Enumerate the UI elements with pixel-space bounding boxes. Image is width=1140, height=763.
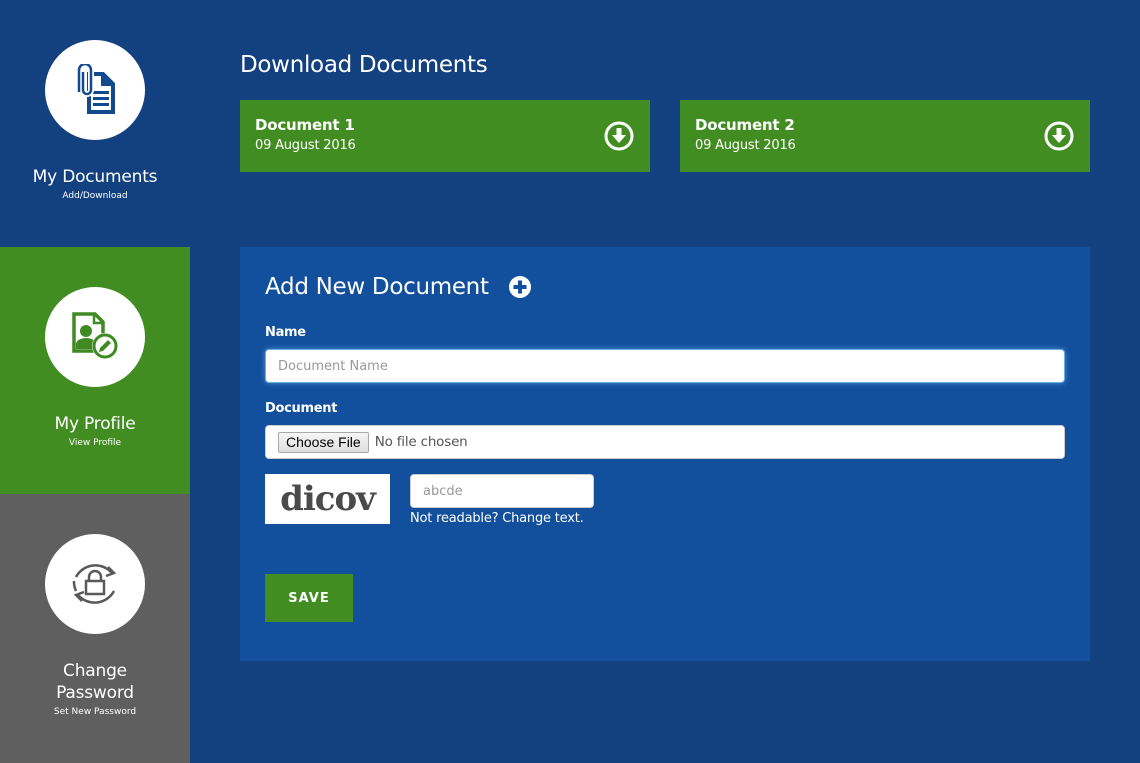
document-file-input[interactable]: Choose File No file chosen [265,425,1065,459]
document-date: 09 August 2016 [255,138,356,153]
download-circle-icon[interactable] [1044,121,1074,151]
sidebar-item-my-profile[interactable]: My Profile View Profile [0,247,190,494]
my-documents-icon-circle [45,40,145,140]
download-circle-icon[interactable] [604,121,634,151]
sidebar-item-my-documents[interactable]: My Documents Add/Download [0,0,190,247]
add-document-panel: Add New Document Name Document Choose Fi… [240,247,1090,661]
add-document-heading: Add New Document [265,274,489,300]
sidebar-item-title: My Documents [32,167,158,187]
sidebar-item-subtitle: View Profile [68,438,122,448]
my-profile-icon-circle [45,287,145,387]
change-password-icon-circle [45,534,145,634]
document-card[interactable]: Document 2 09 August 2016 [680,100,1090,172]
document-attachment-icon [76,64,115,114]
profile-edit-icon [72,312,118,359]
document-card[interactable]: Document 1 09 August 2016 [240,100,650,172]
file-status-text: No file chosen [374,434,468,450]
sidebar-item-title: Change Password [56,661,134,703]
plus-circle-icon[interactable] [508,275,532,299]
document-name-input[interactable] [265,349,1065,383]
change-captcha-link[interactable]: Not readable? Change text. [410,510,584,528]
name-label: Name [265,325,306,340]
save-button[interactable]: SAVE [265,574,353,622]
captcha-input[interactable] [410,474,594,508]
sidebar-item-subtitle: Add/Download [62,191,128,201]
lock-refresh-icon [72,564,117,604]
sidebar: My Documents Add/Download My Profile Vie… [0,0,190,763]
captcha-text: dicov [280,479,376,519]
sidebar-item-title: My Profile [54,414,136,434]
sidebar-item-subtitle: Set New Password [53,707,137,717]
document-name: Document 1 [255,116,355,134]
captcha-image: dicov [265,474,390,524]
download-documents-heading: Download Documents [240,52,488,78]
document-label: Document [265,401,338,416]
choose-file-button[interactable]: Choose File [278,431,369,453]
document-date: 09 August 2016 [695,138,796,153]
document-name: Document 2 [695,116,795,134]
sidebar-item-change-password[interactable]: Change Password Set New Password [0,494,190,763]
